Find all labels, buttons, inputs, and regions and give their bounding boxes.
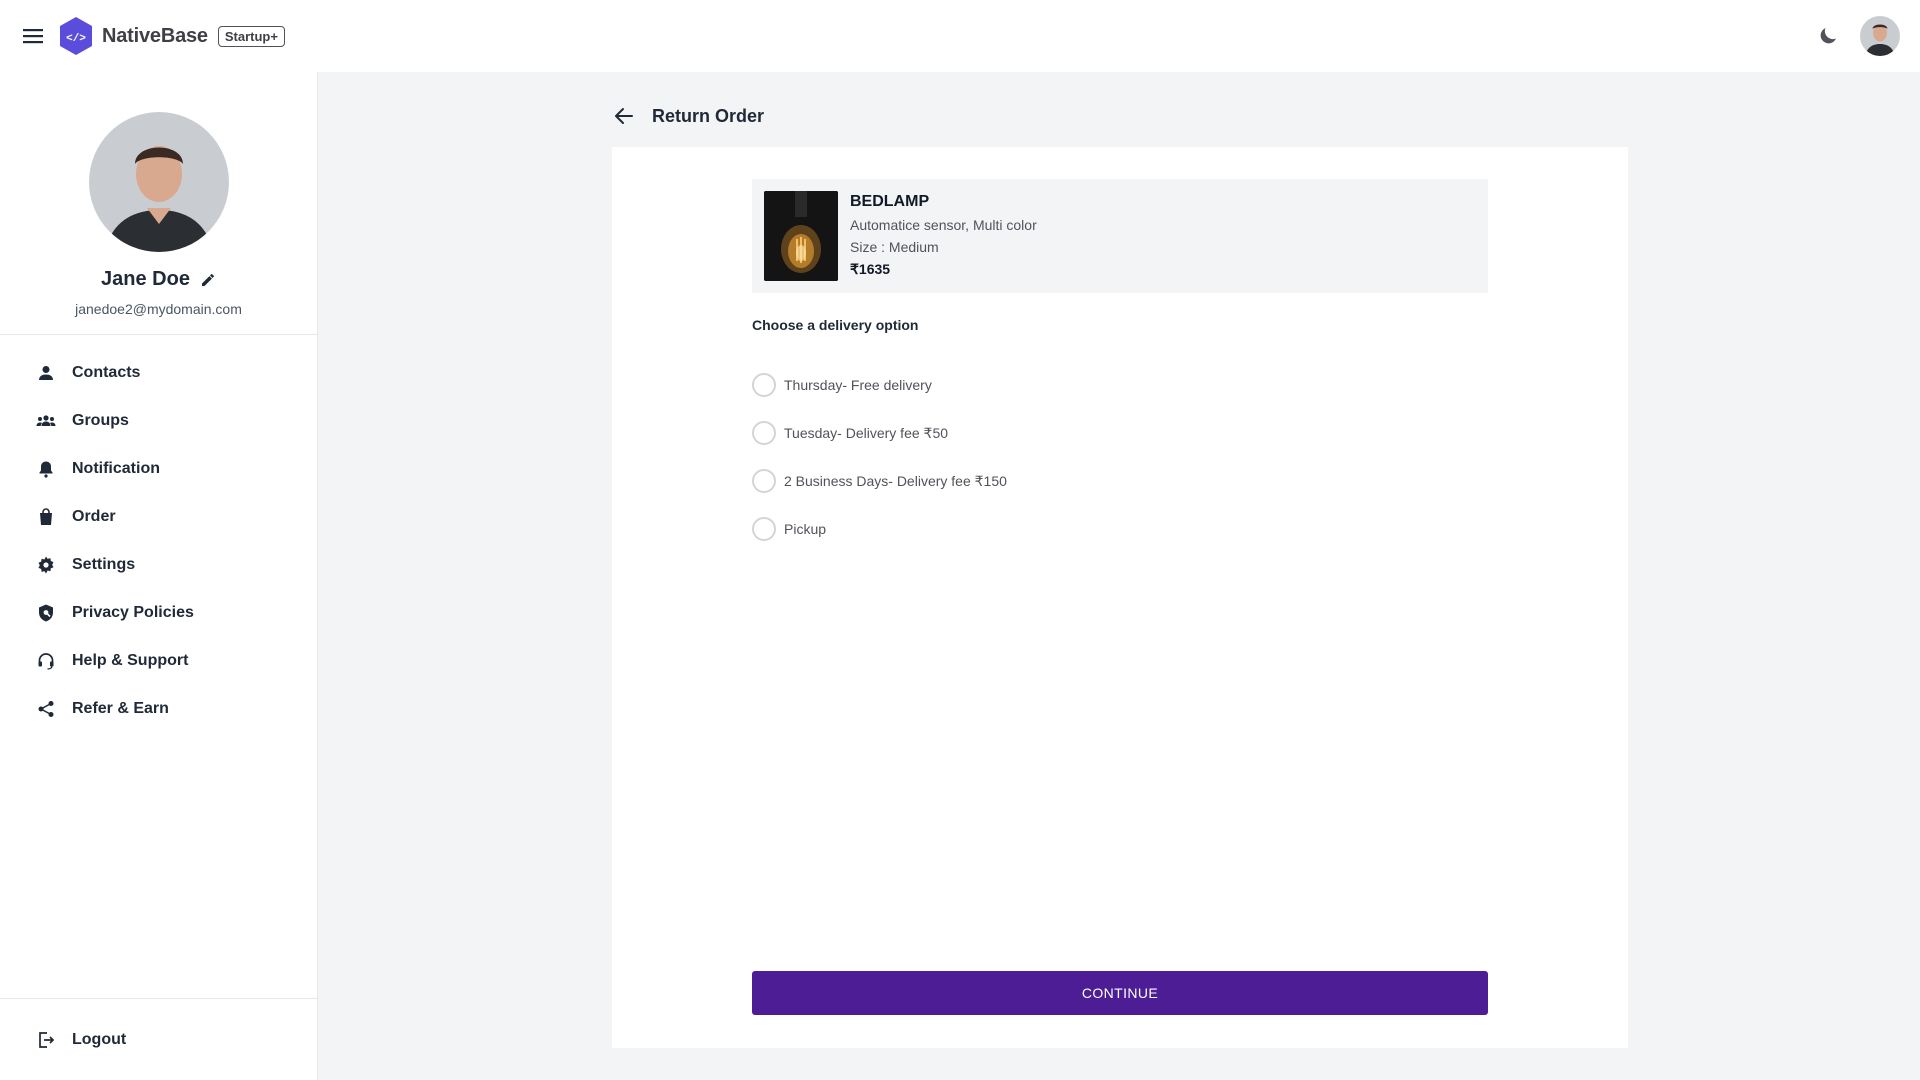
sidebar-item-privacy-policies[interactable]: Privacy Policies [0,589,317,637]
radio-button[interactable] [752,421,776,445]
delivery-option-label: Tuesday- Delivery fee ₹50 [784,424,949,441]
moon-icon[interactable] [1816,24,1840,48]
sidebar-item-label: Privacy Policies [72,604,194,621]
sidebar-item-label: Notification [72,460,160,477]
page-title: Return Order [652,105,765,126]
share-icon [38,701,54,717]
product-price: ₹1635 [850,261,891,277]
sidebar-item-groups[interactable]: Groups [0,397,317,445]
profile-name: Jane Doe [101,268,190,290]
top-header: </> NativeBase Startup+ [0,0,1920,72]
shield-icon [39,604,53,622]
logo-icon: </> [60,17,92,55]
svg-text:</>: </> [66,33,86,45]
delivery-option-thursday[interactable]: Thursday- Free delivery [752,361,1007,409]
delivery-option-label: Choose a delivery option [752,317,919,333]
sidebar-item-label: Settings [72,556,136,573]
product-size: Size : Medium [850,239,939,255]
bell-icon [39,461,53,478]
sidebar-item-label: Contacts [72,364,141,381]
radio-button[interactable] [752,469,776,493]
sidebar-item-label: Help & Support [72,652,189,669]
logout-label: Logout [72,1031,127,1048]
radio-button[interactable] [752,373,776,397]
delivery-option-label: 2 Business Days- Delivery fee ₹150 [784,472,1007,489]
delivery-option-pickup[interactable]: Pickup [752,505,1007,553]
sidebar-item-label: Order [72,508,116,525]
delivery-option-tuesday[interactable]: Tuesday- Delivery fee ₹50 [752,409,1007,457]
sidebar-item-label: Groups [72,412,129,429]
logo[interactable]: </> NativeBase Startup+ [58,16,285,56]
sidebar-item-label: Refer & Earn [72,700,169,717]
menu-icon[interactable] [20,23,46,49]
sidebar-item-notification[interactable]: Notification [0,445,317,493]
sidebar-nav: Contacts Groups Notification Order Setti… [0,335,317,733]
sidebar-item-order[interactable]: Order [0,493,317,541]
logout-section: Logout [0,998,318,1080]
sidebar-item-contacts[interactable]: Contacts [0,349,317,397]
back-arrow-icon[interactable] [612,104,636,128]
product-description: Automatice sensor, Multi color [850,217,1037,233]
edit-icon[interactable] [200,272,216,288]
logout-icon [39,1032,55,1048]
avatar[interactable] [1860,16,1900,56]
headset-icon [38,653,54,670]
gear-icon [38,556,54,574]
person-icon [39,366,53,380]
page-header: Return Order [612,104,764,128]
profile-email: janedoe2@mydomain.com [75,301,242,317]
delivery-option-label: Pickup [784,521,827,537]
bag-icon [40,508,52,525]
logout-button[interactable]: Logout [0,999,318,1080]
profile-avatar [88,112,229,252]
delivery-option-2-business-days[interactable]: 2 Business Days- Delivery fee ₹150 [752,457,1007,505]
product-image [764,191,838,281]
sidebar-item-refer-earn[interactable]: Refer & Earn [0,685,317,733]
return-order-card: BEDLAMP Automatice sensor, Multi color S… [612,147,1628,1048]
sidebar-item-settings[interactable]: Settings [0,541,317,589]
radio-button[interactable] [752,517,776,541]
profile-section: Jane Doe janedoe2@mydomain.com [0,72,317,335]
delivery-option-label: Thursday- Free delivery [784,377,932,393]
delivery-options: Thursday- Free delivery Tuesday- Deliver… [752,361,1007,553]
sidebar-item-help-support[interactable]: Help & Support [0,637,317,685]
plan-badge: Startup+ [217,25,285,47]
groups-icon [36,415,56,426]
sidebar: Jane Doe janedoe2@mydomain.com Contacts … [0,72,318,1080]
product-name: BEDLAMP [850,193,930,210]
brand-name: NativeBase [102,24,208,47]
product-summary: BEDLAMP Automatice sensor, Multi color S… [752,179,1488,293]
continue-button[interactable]: CONTINUE [752,971,1488,1015]
